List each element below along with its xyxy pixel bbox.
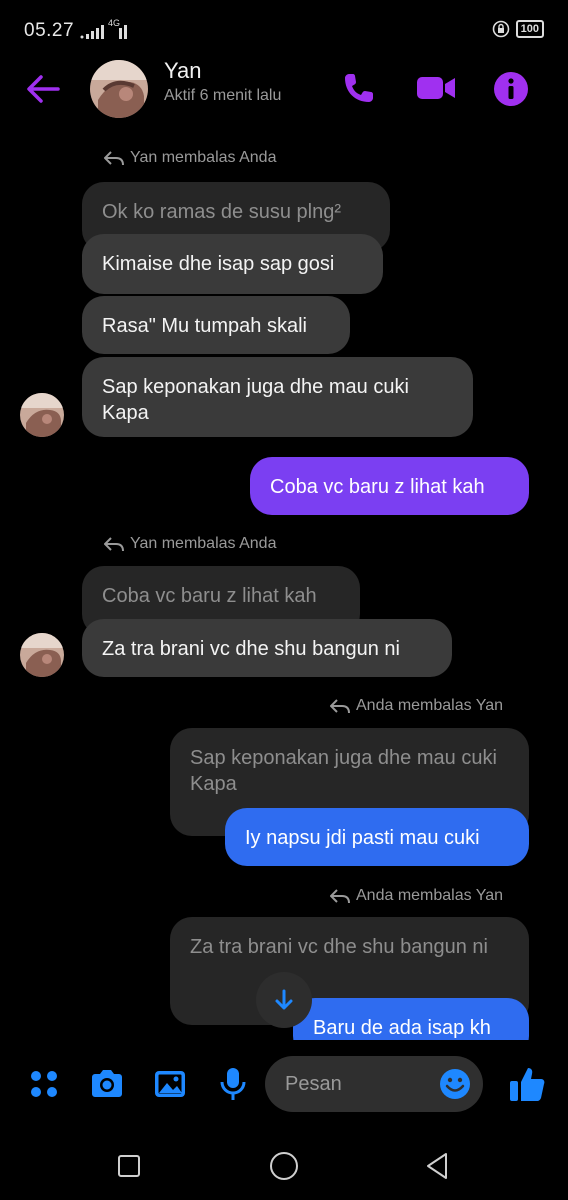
outgoing-message[interactable]: Coba vc baru z lihat kah (250, 457, 529, 515)
network-type: 4G (108, 18, 121, 28)
arrow-left-icon[interactable] (24, 72, 62, 106)
reply-arrow-icon (104, 537, 124, 551)
status-bar: 05.27 4G 100 (0, 0, 568, 58)
incoming-message[interactable]: Sap keponakan juga dhe mau cuki Kapa (82, 357, 473, 437)
home-icon[interactable] (268, 1150, 300, 1182)
incoming-message[interactable]: Za tra brani vc dhe shu bangun ni (82, 619, 452, 677)
contact-avatar[interactable] (90, 60, 148, 118)
phone-icon[interactable] (341, 70, 377, 106)
recent-apps-icon[interactable] (113, 1150, 145, 1182)
rotation-lock-icon (492, 20, 509, 38)
message-composer (0, 1040, 568, 1130)
conversation-header: Yan Aktif 6 menit lalu (0, 58, 568, 120)
system-navigation-bar (0, 1130, 568, 1200)
incoming-message[interactable]: Kimaise dhe isap sap gosi (82, 234, 383, 294)
reply-label: Anda membalas Yan (330, 887, 503, 905)
arrow-down-icon (275, 989, 293, 1010)
info-icon[interactable] (492, 70, 530, 108)
camera-icon[interactable] (89, 1066, 125, 1102)
reply-label: Yan membalas Anda (104, 535, 276, 553)
message-input-container (265, 1056, 483, 1112)
contact-name[interactable]: Yan (164, 58, 202, 84)
reply-arrow-icon (104, 151, 124, 165)
scroll-to-bottom-button[interactable] (256, 972, 312, 1028)
sender-avatar[interactable] (20, 633, 64, 677)
reply-label: Yan membalas Anda (104, 149, 276, 167)
back-icon[interactable] (422, 1150, 454, 1182)
incoming-message[interactable]: Rasa" Mu tumpah skali (82, 296, 350, 354)
menu-dots-icon[interactable] (26, 1066, 62, 1102)
reply-arrow-icon (330, 699, 350, 713)
reply-label: Anda membalas Yan (330, 697, 503, 715)
thumbs-up-icon[interactable] (508, 1064, 546, 1104)
signal-icon (80, 25, 127, 39)
reply-arrow-icon (330, 889, 350, 903)
message-input[interactable] (285, 1070, 435, 1098)
emoji-icon[interactable] (439, 1068, 471, 1100)
contact-status: Aktif 6 menit lalu (164, 87, 282, 104)
outgoing-message[interactable]: Iy napsu jdi pasti mau cuki (225, 808, 529, 866)
microphone-icon[interactable] (215, 1066, 251, 1102)
sender-avatar[interactable] (20, 393, 64, 437)
battery-indicator: 100 (515, 20, 544, 38)
gallery-icon[interactable] (152, 1066, 188, 1102)
status-time: 05.27 (24, 20, 75, 41)
video-camera-icon[interactable] (415, 72, 457, 104)
